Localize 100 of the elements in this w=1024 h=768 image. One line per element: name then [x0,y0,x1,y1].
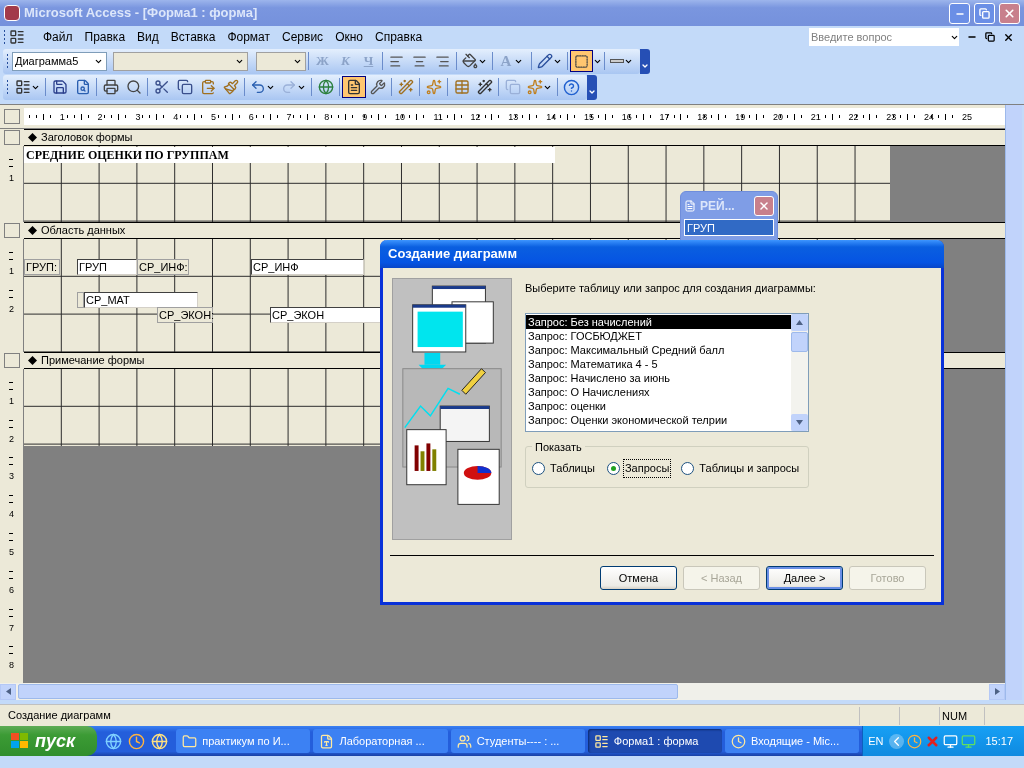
dialog-button[interactable]: Далее > [766,566,843,590]
close-icon [758,200,770,212]
radio-button[interactable] [532,462,545,475]
menu-item[interactable]: Файл [37,27,79,47]
scroll-thumb[interactable] [791,331,808,352]
ruler-number: 5 [210,111,216,122]
task-icon [731,733,746,749]
restore-button[interactable] [974,2,995,24]
text-box-control[interactable]: ГРУП [77,259,137,275]
list-item[interactable]: Запрос: Начислено за июнь [526,370,791,385]
help-search-field[interactable]: Введите вопрос [809,28,959,46]
border-button[interactable] [570,50,593,72]
field-label[interactable]: СР_ИНФ: [137,259,189,275]
scroll-up-icon [796,319,803,325]
list-item[interactable]: Запрос: О Начислениях [526,384,791,399]
list-item[interactable]: Запрос: Максимальный Средний балл [526,342,791,357]
section-header-bar[interactable]: Заголовок формы [24,129,1005,146]
align-right-icon [435,53,450,69]
printer-icon [102,79,119,95]
menu-item[interactable]: Правка [78,27,132,47]
field-label[interactable]: ГРУП: [24,259,60,275]
align-center-icon [412,53,427,69]
clipboard-icon [199,79,216,95]
radio-button[interactable] [606,462,620,475]
properties-button[interactable] [342,76,366,98]
dialog-button[interactable]: Отмена [600,566,677,590]
list-item[interactable]: Запрос: Без начислений [526,314,791,329]
save-icon [51,79,68,95]
ruler-number: 2 [9,433,14,444]
text-box-control[interactable]: СР_МАТ [84,292,198,308]
globe-icon [317,79,334,95]
object-select-box[interactable]: Диаграмма5 [12,51,107,71]
radio-option[interactable]: Таблицы и запросы [681,460,802,477]
task-icon [456,733,472,749]
expand-tray-icon[interactable] [889,733,905,749]
taskbar-button[interactable]: Входящие - Mic... [725,729,860,753]
menu-item[interactable]: Формат [221,27,277,47]
globe-icon[interactable] [151,732,169,750]
radio-button[interactable] [681,462,695,475]
taskbar-button[interactable]: Лабораторная ... [313,729,448,753]
paintbrush-icon [222,79,239,95]
ruler-number: 1 [59,111,65,122]
ruler-number: 7 [286,111,292,122]
scissors-icon [153,79,170,95]
restore-icon[interactable] [985,32,995,42]
dialog-title: Создание диаграмм [388,245,518,264]
ruler-number: 13 [508,111,519,122]
menu-item[interactable]: Вставка [164,27,222,47]
form-title-label[interactable]: СРЕДНИЕ ОЦЕНКИ ПО ГРУППАМ [24,147,555,163]
close-button[interactable] [754,196,774,216]
text-box-control[interactable]: СР_ИНФ [251,259,364,275]
list-item[interactable]: Запрос: оценки [526,398,791,413]
section-selector[interactable] [4,223,20,238]
toolbar-options-button[interactable] [587,74,597,100]
field-label[interactable]: СР_ЭКОН: [157,307,213,323]
taskbar-button[interactable]: практикум по И... [176,729,311,753]
list-item[interactable]: Запрос: ГОСБЮДЖЕТ [526,328,791,343]
undo-icon [250,79,266,95]
menu-item[interactable]: Сервис [276,27,330,47]
table-icon [453,79,470,95]
start-button[interactable]: пуск [0,726,98,756]
document-icon [346,79,362,95]
taskbar-button[interactable]: Студенты---- : ... [450,729,585,753]
vertical-scrollbar[interactable] [1005,105,1022,700]
scroll-down-icon [796,419,803,425]
radio-option[interactable]: Таблицы [532,460,597,477]
wand-icon [476,79,493,95]
ruler-number: 6 [248,111,254,122]
clock-icon[interactable] [128,732,146,750]
close-icon[interactable] [1003,31,1014,43]
field-list-item[interactable]: ГРУП [685,220,773,235]
form-icon[interactable] [9,29,25,45]
copy-icon [176,79,193,95]
form-selector[interactable] [4,109,20,124]
menu-item[interactable]: Справка [369,27,429,47]
table-query-list[interactable]: Запрос: Без начислений Запрос: ГОСБЮДЖЕТ Запрос: Максимальный Средний балл Запрос: Математика 4 - 5 Запрос: Начислено за июнь Запрос: О Начислениях Запрос: оценки Запрос: Оценки экономической телрии [525,312,809,432]
menu-item[interactable]: Окно [329,27,369,47]
toolbar-options-button[interactable] [640,48,650,74]
dotted-square-icon [574,53,589,69]
list-item[interactable]: Запрос: Математика 4 - 5 [526,356,791,371]
taskbar-button[interactable]: Форма1 : форма [587,729,722,753]
horizontal-scrollbar[interactable] [0,683,1005,700]
section-selector[interactable] [4,353,20,368]
list-scrollbar[interactable] [791,313,808,431]
section-title: Область данных [41,223,126,239]
collapse-icon [28,356,37,365]
scroll-left-icon [5,688,11,695]
clock-time: 15:17 [985,733,1013,749]
network-icon[interactable] [943,733,959,749]
form-icon [684,200,696,212]
num-lock-indicator: NUM [939,706,984,725]
browser-icon[interactable] [105,732,123,750]
menu-item[interactable]: Вид [131,27,165,47]
minimize-button[interactable] [949,2,970,24]
ruler-number: 4 [9,509,14,520]
list-item[interactable]: Запрос: Оценки экономической телрии [526,412,791,427]
close-button[interactable] [999,2,1020,24]
scroll-right-icon [994,688,1000,695]
ruler-number: 10 [394,111,405,122]
section-selector[interactable] [4,130,20,145]
